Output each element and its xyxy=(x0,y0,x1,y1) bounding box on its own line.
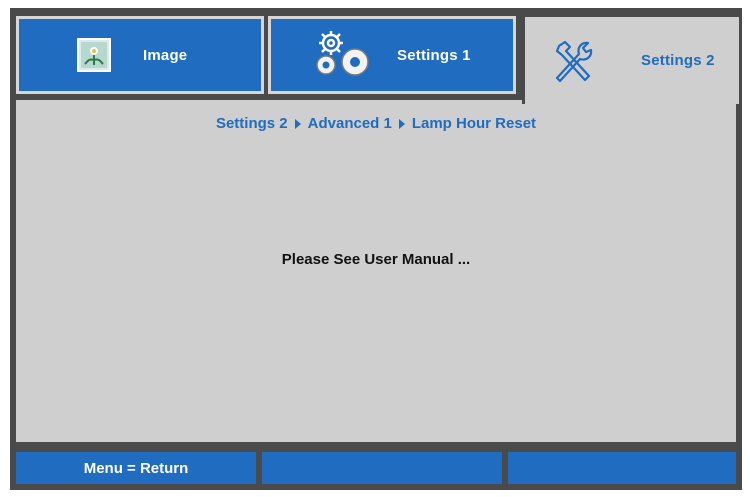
breadcrumb: Settings 2 Advanced 1 Lamp Hour Reset xyxy=(19,115,733,132)
chevron-right-icon xyxy=(294,119,301,130)
osd-menu: Image Settings 1 Settings 2 Settings 2 A… xyxy=(10,8,742,490)
tab-settings-1[interactable]: Settings 1 xyxy=(268,16,516,94)
tab-image[interactable]: Image xyxy=(16,16,264,94)
footer-hint: Menu = Return xyxy=(16,452,256,484)
gears-icon xyxy=(316,31,369,76)
tab-image-label: Image xyxy=(143,46,188,64)
tab-settings-2-label: Settings 2 xyxy=(641,52,715,69)
tab-bar: Image Settings 1 Settings 2 xyxy=(10,8,742,104)
tab-settings-1-label: Settings 1 xyxy=(397,46,471,64)
footer-cell xyxy=(508,452,736,484)
tools-icon xyxy=(555,40,593,82)
footer-cell xyxy=(262,452,502,484)
tab-settings-2[interactable]: Settings 2 xyxy=(522,14,742,104)
chevron-right-icon xyxy=(398,119,405,130)
footer-bar: Menu = Return xyxy=(10,450,742,490)
image-icon xyxy=(77,38,111,72)
breadcrumb-item: Lamp Hour Reset xyxy=(411,115,537,132)
content-panel: Settings 2 Advanced 1 Lamp Hour Reset Plea… xyxy=(16,100,736,442)
breadcrumb-item[interactable]: Advanced 1 xyxy=(308,115,392,132)
breadcrumb-item[interactable]: Settings 2 xyxy=(216,115,288,132)
info-message: Please See User Manual ... xyxy=(281,251,471,268)
